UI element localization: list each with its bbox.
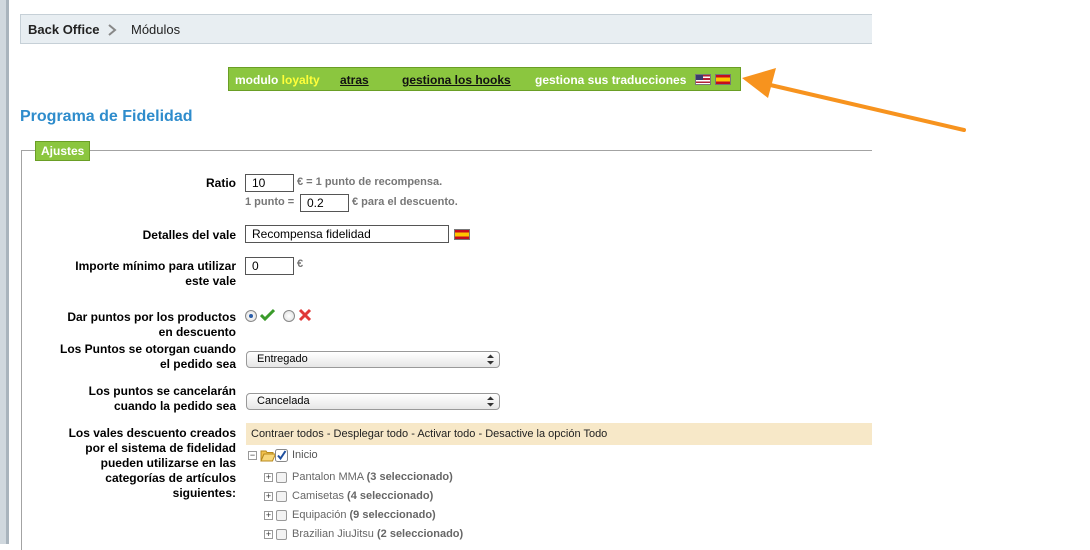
min-amount-suffix: € (297, 258, 304, 270)
categories-label-line: siguientes: (172, 486, 236, 500)
category-checkbox[interactable] (276, 510, 287, 521)
ratio-input[interactable]: 10 (245, 174, 294, 192)
category-label: Equipación (9 seleccionado) (292, 509, 436, 521)
discounted-points-label-line1: Dar puntos por los productos (67, 310, 236, 324)
cross-icon (298, 308, 312, 322)
category-checkbox[interactable] (276, 491, 287, 502)
module-title: modulo loyalty (235, 73, 320, 87)
ratio-label: Ratio (206, 176, 236, 190)
categories-label: Los vales descuento creados por el siste… (69, 426, 236, 501)
voucher-details-label: Detalles del vale (142, 228, 236, 242)
point-value-input[interactable]: 0.2 (300, 194, 349, 212)
open-folder-icon (260, 450, 276, 462)
module-title-prefix: modulo (235, 73, 279, 87)
expand-all-link[interactable]: Desplegar todo (334, 428, 409, 440)
category-name: Brazilian JiuJitsu (292, 528, 374, 540)
points-cancelled-label-line2: cuando la pedido sea (113, 399, 236, 413)
page-title: Programa de Fidelidad (20, 108, 193, 125)
category-tree-toolbar: Contraer todos - Desplegar todo - Activa… (246, 423, 872, 445)
es-flag-icon[interactable] (715, 74, 731, 85)
manage-hooks-link[interactable]: gestiona los hooks (402, 73, 511, 87)
categories-label-line: por el sistema de fidelidad (85, 441, 236, 455)
module-toolbar: modulo loyalty atras gestiona los hooks … (228, 67, 741, 91)
point-prefix: 1 punto = (245, 196, 295, 208)
min-amount-label-line2: este vale (185, 274, 236, 288)
annotation-arrow-icon (742, 68, 966, 132)
points-awarded-select[interactable]: Entregado (246, 351, 500, 368)
es-flag-icon[interactable] (454, 229, 470, 240)
root-category-name: Inicio (292, 449, 318, 461)
chevron-right-icon (108, 24, 117, 36)
back-link[interactable]: atras (340, 73, 369, 87)
category-label: Camisetas (4 seleccionado) (292, 490, 433, 502)
discounted-points-label-line2: en descuento (158, 325, 236, 339)
point-suffix: € para el descuento. (352, 196, 458, 208)
voucher-details-input[interactable]: Recompensa fidelidad (245, 225, 449, 243)
left-frame-border (0, 0, 9, 544)
activate-all-link[interactable]: Activar todo (417, 428, 475, 440)
categories-label-line: Los vales descuento creados (68, 426, 236, 440)
discounted-yes-radio[interactable] (245, 310, 257, 322)
collapse-node-icon[interactable]: − (248, 451, 257, 460)
min-amount-input[interactable]: 0 (245, 257, 294, 275)
check-icon (260, 308, 275, 322)
breadcrumb: Back Office Módulos (20, 14, 872, 44)
points-cancelled-label-line1: Los puntos se cancelarán (88, 384, 236, 398)
category-count: (3 seleccionado) (366, 471, 453, 483)
points-cancelled-select[interactable]: Cancelada (246, 393, 500, 410)
select-arrows-icon (487, 354, 494, 365)
ratio-suffix: € = 1 punto de recompensa. (297, 176, 443, 188)
category-checkbox[interactable] (276, 529, 287, 540)
us-flag-icon[interactable] (695, 74, 711, 85)
points-cancelled-selected: Cancelada (257, 395, 310, 407)
expand-node-icon[interactable]: + (264, 530, 273, 539)
category-name: Pantalon MMA (292, 471, 364, 483)
select-arrows-icon (487, 396, 494, 407)
breadcrumb-home[interactable]: Back Office (28, 22, 100, 37)
min-amount-label-line1: Importe mínimo para utilizar (75, 259, 236, 273)
category-count: (4 seleccionado) (347, 490, 434, 502)
separator: - (323, 428, 334, 440)
category-count: (2 seleccionado) (376, 528, 464, 540)
category-name: Equipación (292, 509, 347, 521)
categories-label-line: pueden utilizarse en las (100, 456, 236, 470)
module-title-name: loyalty (281, 73, 320, 87)
category-name: Camisetas (292, 490, 344, 502)
category-count: (9 seleccionado) (349, 509, 436, 521)
category-label: Brazilian JiuJitsu (2 seleccionado) (292, 528, 463, 540)
tree-root-row: − Inicio (248, 448, 448, 464)
points-awarded-label: Los Puntos se otorgan cuando el pedido s… (60, 342, 236, 372)
min-amount-label: Importe mínimo para utilizar este vale (75, 259, 236, 289)
root-checkbox[interactable] (275, 449, 288, 462)
manage-translations-label: gestiona sus traducciones (535, 73, 687, 87)
separator: - (475, 428, 486, 440)
expand-node-icon[interactable]: + (264, 473, 273, 482)
category-checkbox[interactable] (276, 472, 287, 483)
expand-node-icon[interactable]: + (264, 492, 273, 501)
points-awarded-selected: Entregado (257, 353, 308, 365)
categories-label-line: categorías de artículos (105, 471, 236, 485)
collapse-all-link[interactable]: Contraer todos (251, 428, 324, 440)
separator: - (408, 428, 418, 440)
expand-node-icon[interactable]: + (264, 511, 273, 520)
breadcrumb-current: Módulos (131, 22, 181, 37)
category-label: Pantalon MMA (3 seleccionado) (292, 471, 453, 483)
points-awarded-label-line2: el pedido sea (159, 357, 236, 371)
discounted-no-radio[interactable] (283, 310, 295, 322)
points-cancelled-label: Los puntos se cancelarán cuando la pedid… (89, 384, 236, 414)
discounted-points-label: Dar puntos por los productos en descuent… (67, 310, 236, 340)
points-awarded-label-line1: Los Puntos se otorgan cuando (59, 342, 236, 356)
deactivate-all-link[interactable]: Desactive la opción Todo (485, 428, 607, 440)
settings-legend: Ajustes (35, 141, 91, 161)
